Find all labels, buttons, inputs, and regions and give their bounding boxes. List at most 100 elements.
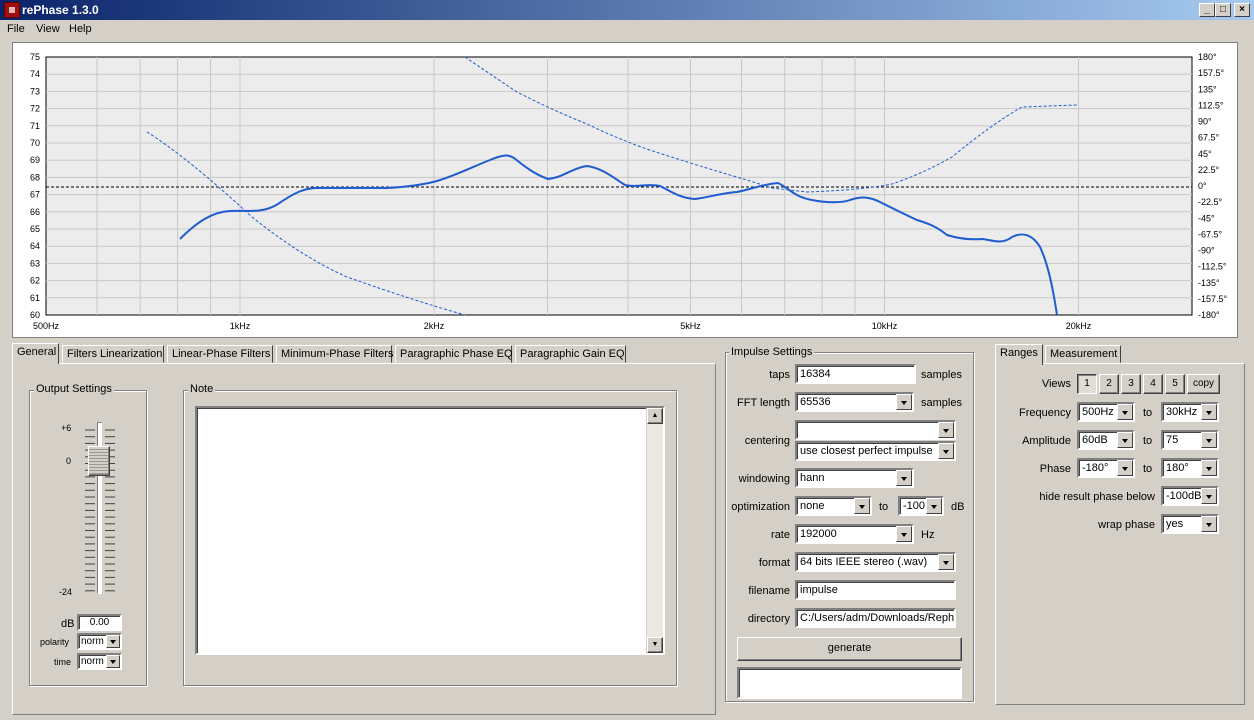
- rate-value: 192000: [800, 528, 837, 540]
- close-button[interactable]: ×: [1234, 3, 1250, 17]
- time-dropdown[interactable]: norm: [77, 653, 122, 670]
- phase-to-dropdown[interactable]: 180°: [1161, 458, 1219, 478]
- chevron-down-icon[interactable]: [938, 422, 954, 438]
- frequency-to-label: to: [1143, 407, 1153, 419]
- fader-top-label: +6: [61, 423, 72, 433]
- plot-area[interactable]: [45, 56, 1193, 316]
- menu-file[interactable]: File: [7, 23, 25, 35]
- db-label: dB: [61, 618, 75, 630]
- phase-tick-label: 112.5°: [1198, 100, 1224, 110]
- frequency-tick-label: 2kHz: [424, 321, 445, 331]
- wrap-phase-dropdown[interactable]: yes: [1161, 514, 1219, 534]
- directory-input[interactable]: C:/Users/adm/Downloads/Repha: [795, 608, 956, 628]
- chevron-down-icon[interactable]: [1201, 432, 1217, 448]
- rate-unit: Hz: [921, 529, 935, 541]
- fft-length-dropdown[interactable]: 65536: [795, 392, 914, 412]
- tab-general[interactable]: General: [12, 343, 59, 364]
- view-3-button[interactable]: 3: [1121, 374, 1141, 394]
- optimization-db-dropdown[interactable]: -100: [898, 496, 944, 516]
- amplitude-to-dropdown[interactable]: 75: [1161, 430, 1219, 450]
- output-settings-title: Output Settings: [34, 383, 114, 395]
- tab-paragraphic-phase-eq[interactable]: Paragraphic Phase EQ: [395, 345, 513, 363]
- windowing-dropdown[interactable]: hann: [795, 468, 914, 488]
- chevron-down-icon[interactable]: [854, 498, 870, 514]
- amplitude-from-value: 60dB: [1082, 434, 1108, 446]
- tab-minimum-phase-filters[interactable]: Minimum-Phase Filters: [276, 345, 393, 363]
- chevron-down-icon[interactable]: [106, 635, 120, 648]
- frequency-to-dropdown[interactable]: 30kHz: [1161, 402, 1219, 422]
- phase-tick-label: 157.5°: [1198, 68, 1225, 78]
- polarity-value: norm: [81, 636, 104, 647]
- scroll-down-icon[interactable]: ▼: [647, 637, 663, 653]
- frequency-to-value: 30kHz: [1166, 406, 1198, 418]
- frequency-from-dropdown[interactable]: 500Hz: [1077, 402, 1135, 422]
- scroll-up-icon[interactable]: ▲: [647, 408, 663, 424]
- amplitude-to-value: 75: [1166, 434, 1179, 446]
- amplitude-tick-label: 71: [30, 121, 40, 131]
- frequency-tick-label: 5kHz: [680, 321, 701, 331]
- format-dropdown[interactable]: 64 bits IEEE stereo (.wav): [795, 552, 956, 572]
- taps-input[interactable]: 16384: [795, 364, 916, 384]
- optimization-value: none: [800, 500, 825, 512]
- chevron-down-icon[interactable]: [1117, 432, 1133, 448]
- tab-paragraphic-gain-eq[interactable]: Paragraphic Gain EQ: [515, 345, 626, 363]
- amplitude-tick-label: 62: [30, 276, 40, 286]
- tab-filters-linearization[interactable]: Filters Linearization: [62, 345, 164, 363]
- chevron-down-icon[interactable]: [926, 498, 942, 514]
- minimize-button[interactable]: _: [1199, 3, 1215, 17]
- copy-view-button[interactable]: copy: [1187, 374, 1220, 394]
- filename-input[interactable]: impulse: [795, 580, 956, 600]
- tab-measurement[interactable]: Measurement: [1045, 345, 1121, 363]
- chevron-down-icon[interactable]: [1201, 516, 1217, 532]
- phase-tick-label: -45°: [1198, 213, 1215, 223]
- amplitude-tick-label: 67: [30, 190, 40, 200]
- frequency-tick-label: 20kHz: [1066, 321, 1092, 331]
- optimization-unit: dB: [951, 501, 965, 513]
- amplitude-axis-labels: 75 74 73 72 71 70 69 68 67 66 65 64 63 62 61 60: [30, 52, 40, 320]
- chevron-down-icon[interactable]: [938, 443, 954, 459]
- chevron-down-icon[interactable]: [1201, 488, 1217, 504]
- response-plot[interactable]: 75 74 73 72 71 70 69 68 67 66 65 64 63 62 61 60 180° 157…: [12, 42, 1238, 338]
- view-2-button[interactable]: 2: [1099, 374, 1119, 394]
- fader-zero-label: 0: [66, 456, 72, 466]
- phase-from-dropdown[interactable]: -180°: [1077, 458, 1135, 478]
- generate-button[interactable]: generate: [737, 637, 962, 661]
- amplitude-from-dropdown[interactable]: 60dB: [1077, 430, 1135, 450]
- chevron-down-icon[interactable]: [896, 394, 912, 410]
- filename-label: filename: [748, 585, 790, 597]
- chevron-down-icon[interactable]: [938, 554, 954, 570]
- centering-mode-dropdown[interactable]: use closest perfect impulse: [795, 441, 956, 461]
- menu-help[interactable]: Help: [69, 23, 92, 35]
- maximize-button[interactable]: □: [1215, 3, 1231, 17]
- format-label: format: [758, 557, 790, 569]
- view-1-button[interactable]: 1: [1077, 374, 1097, 394]
- tab-linear-phase-filters[interactable]: Linear-Phase Filters: [167, 345, 273, 363]
- view-5-button[interactable]: 5: [1165, 374, 1185, 394]
- rate-dropdown[interactable]: 192000: [795, 524, 914, 544]
- app-icon[interactable]: [4, 2, 20, 18]
- view-4-button[interactable]: 4: [1143, 374, 1163, 394]
- gain-fader-handle[interactable]: [88, 446, 110, 476]
- optimization-dropdown[interactable]: none: [795, 496, 872, 516]
- polarity-dropdown[interactable]: norm: [77, 633, 122, 650]
- chevron-down-icon[interactable]: [106, 655, 120, 668]
- chevron-down-icon[interactable]: [896, 470, 912, 486]
- phase-from-value: -180°: [1082, 462, 1109, 474]
- chevron-down-icon[interactable]: [1117, 404, 1133, 420]
- phase-label: Phase: [1039, 463, 1071, 475]
- chevron-down-icon[interactable]: [896, 526, 912, 542]
- amplitude-tick-label: 68: [30, 172, 40, 182]
- hide-phase-dropdown[interactable]: -100dB: [1161, 486, 1219, 506]
- chevron-down-icon[interactable]: [1201, 404, 1217, 420]
- chevron-down-icon[interactable]: [1201, 460, 1217, 476]
- windowing-label: windowing: [738, 473, 790, 485]
- note-textarea[interactable]: ▲ ▼: [195, 406, 665, 655]
- menu-view[interactable]: View: [36, 23, 60, 35]
- centering-label: centering: [744, 435, 790, 447]
- note-scrollbar[interactable]: ▲ ▼: [646, 408, 663, 653]
- tab-ranges[interactable]: Ranges: [995, 344, 1043, 365]
- phase-tick-label: 135°: [1198, 84, 1217, 94]
- chevron-down-icon[interactable]: [1117, 460, 1133, 476]
- db-input[interactable]: 0.00: [77, 614, 122, 631]
- centering-dropdown[interactable]: [795, 420, 956, 440]
